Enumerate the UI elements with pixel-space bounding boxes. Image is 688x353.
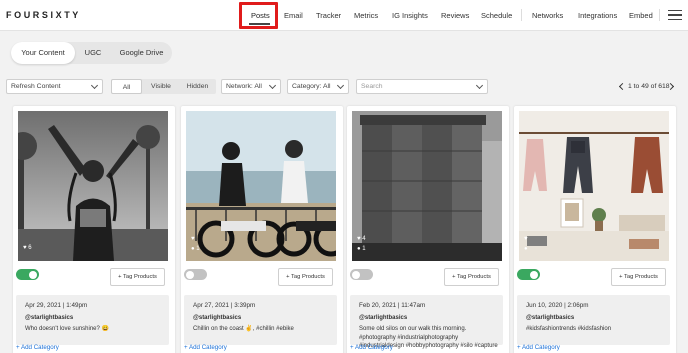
nav-schedule[interactable]: Schedule — [481, 11, 512, 20]
nav-separator — [521, 9, 522, 21]
chevron-down-icon — [268, 81, 277, 90]
post-image[interactable]: ♥ ● 1 — [186, 111, 336, 261]
chevron-down-icon — [475, 81, 484, 90]
post-caption: Who doesn't love sunshine? 😀 — [25, 326, 109, 332]
tag-products-button[interactable]: + Tag Products — [611, 268, 666, 286]
category-dropdown[interactable]: Category: All — [287, 79, 349, 94]
nav-separator — [659, 9, 660, 21]
chevron-down-icon — [90, 81, 99, 90]
add-category-link[interactable]: + Add Category — [517, 344, 560, 351]
nav-reviews[interactable]: Reviews — [441, 11, 469, 20]
post-username[interactable]: @starlightbasics — [359, 315, 407, 321]
add-category-link[interactable]: + Add Category — [184, 344, 227, 351]
post-card: ♥ 6 + Tag Products Apr 29, 2021 | 1:49pm… — [13, 106, 175, 353]
post-date: Feb 20, 2021 | 11:47am — [359, 302, 426, 309]
visibility-toggle[interactable] — [16, 269, 39, 280]
caption-box: Feb 20, 2021 | 11:47am @starlightbasics … — [350, 295, 503, 349]
post-card: ♥ ● 1 + Tag Products Apr 27, 2021 | 3:39… — [181, 106, 343, 353]
hamburger-menu-icon[interactable] — [668, 10, 682, 20]
source-tabs: Your Content UGC Google Drive — [11, 42, 172, 64]
like-count: ♥ 6 — [23, 245, 32, 251]
network-label: Network: All — [226, 83, 262, 90]
visibility-toggle[interactable] — [517, 269, 540, 280]
refresh-content-dropdown[interactable]: Refresh Content — [6, 79, 103, 94]
post-username[interactable]: @starlightbasics — [193, 315, 241, 321]
toggle-knob — [352, 270, 360, 279]
search-input[interactable]: Search — [356, 79, 488, 94]
nav-embed[interactable]: Embed — [629, 11, 653, 20]
tag-products-button[interactable]: + Tag Products — [444, 268, 499, 286]
comment-count: ● 1 — [357, 246, 366, 252]
add-category-link[interactable]: + Add Category — [16, 344, 59, 351]
comment-icon: ● — [524, 246, 528, 252]
tag-products-button[interactable]: + Tag Products — [278, 268, 333, 286]
post-caption: Chillin on the coast ✌️, #chillin #ebike — [193, 326, 294, 332]
visibility-toggle[interactable] — [350, 269, 373, 280]
nav-ig-insights[interactable]: IG Insights — [392, 11, 428, 20]
tab-google-drive[interactable]: Google Drive — [111, 42, 172, 64]
chevron-down-icon — [336, 81, 345, 90]
toggle-knob — [29, 270, 37, 279]
post-card: ♥ ● + Tag Products Jun 10, 2020 | 2:06pm… — [514, 106, 676, 353]
post-caption: #kidsfashiontrends #kidsfashion — [526, 326, 612, 332]
toggle-knob — [530, 270, 538, 279]
post-date: Apr 29, 2021 | 1:49pm — [25, 302, 88, 309]
nav-metrics[interactable]: Metrics — [354, 11, 378, 20]
post-image[interactable]: ♥ ● — [519, 111, 669, 261]
add-category-link[interactable]: + Add Category — [350, 344, 393, 351]
tab-your-content[interactable]: Your Content — [11, 42, 75, 64]
filter-all[interactable]: All — [111, 79, 142, 94]
post-username[interactable]: @starlightbasics — [25, 315, 73, 321]
nav-networks[interactable]: Networks — [532, 11, 563, 20]
refresh-content-label: Refresh Content — [11, 83, 61, 90]
visibility-filter: All Visible Hidden — [111, 79, 216, 94]
caption-box: Apr 29, 2021 | 1:49pm @starlightbasics W… — [16, 295, 169, 345]
highlight-box — [239, 2, 278, 29]
heart-icon: ♥ — [191, 236, 195, 242]
top-nav: FOURSIXTY Posts Email Tracker Metrics IG… — [0, 0, 688, 31]
filter-hidden[interactable]: Hidden — [179, 79, 216, 94]
nav-email[interactable]: Email — [284, 11, 303, 20]
filter-visible[interactable]: Visible — [143, 79, 179, 94]
search-placeholder: Search — [361, 83, 383, 90]
nav-tracker[interactable]: Tracker — [316, 11, 341, 20]
post-image[interactable]: ♥ 6 — [18, 111, 168, 261]
pagination-label: 1 to 49 of 618 — [628, 83, 670, 90]
post-image[interactable]: ♥ 4 ● 1 — [352, 111, 502, 261]
tag-products-button[interactable]: + Tag Products — [110, 268, 165, 286]
network-dropdown[interactable]: Network: All — [221, 79, 281, 94]
toggle-knob — [186, 270, 194, 279]
like-count: ♥ 4 — [357, 236, 366, 242]
visibility-toggle[interactable] — [184, 269, 207, 280]
category-label: Category: All — [292, 83, 331, 90]
post-card: ♥ 4 ● 1 + Tag Products Feb 20, 2021 | 11… — [347, 106, 509, 353]
brand-logo[interactable]: FOURSIXTY — [6, 10, 81, 20]
prev-page-icon[interactable] — [618, 82, 627, 91]
post-date: Jun 10, 2020 | 2:06pm — [526, 302, 589, 309]
comment-count: ● 1 — [191, 246, 200, 252]
nav-integrations[interactable]: Integrations — [578, 11, 617, 20]
heart-icon: ♥ — [524, 236, 528, 242]
post-username[interactable]: @starlightbasics — [526, 315, 574, 321]
post-date: Apr 27, 2021 | 3:39pm — [193, 302, 256, 309]
tab-ugc[interactable]: UGC — [75, 42, 111, 64]
caption-box: Jun 10, 2020 | 2:06pm @starlightbasics #… — [517, 295, 670, 345]
caption-box: Apr 27, 2021 | 3:39pm @starlightbasics C… — [184, 295, 337, 345]
